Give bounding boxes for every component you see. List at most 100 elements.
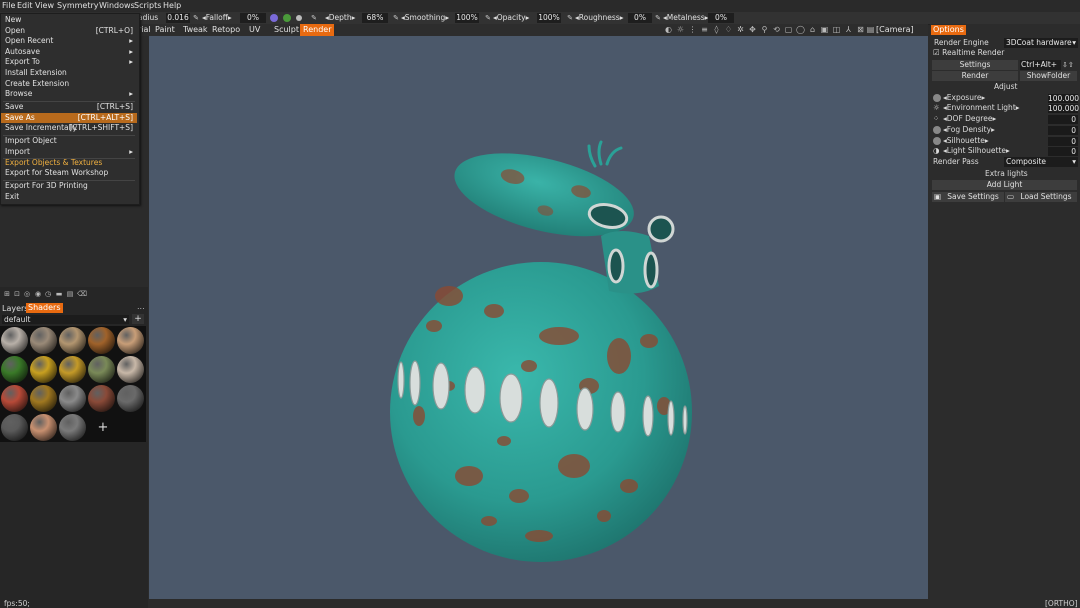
- menu-item-import-object[interactable]: Import Object: [1, 136, 137, 146]
- roughness-pen-icon[interactable]: ✎: [566, 14, 574, 22]
- shader-ball[interactable]: [1, 327, 28, 354]
- tab-layers[interactable]: Layers: [2, 304, 28, 313]
- opacity-value[interactable]: 100%: [537, 13, 561, 23]
- move-icon[interactable]: ✥: [748, 25, 757, 34]
- menu-scripts[interactable]: Scripts: [134, 0, 161, 12]
- tab-shaders[interactable]: Shaders: [26, 303, 63, 313]
- exposure-label[interactable]: ◂Exposure▸: [943, 93, 985, 103]
- panel-list-icon[interactable]: ▬: [55, 290, 63, 298]
- view-mode-indicator[interactable]: [ORTHO]: [1045, 599, 1078, 608]
- opacity-pen-icon[interactable]: ✎: [484, 14, 492, 22]
- menu-file[interactable]: File: [2, 0, 15, 12]
- fullscreen-icon[interactable]: ⊠: [856, 25, 865, 34]
- add-shader-set-button[interactable]: +: [132, 314, 144, 324]
- menu-help[interactable]: Help: [163, 0, 181, 12]
- depth-pen-icon[interactable]: ✎: [310, 14, 318, 22]
- cube-icon[interactable]: ▣: [820, 25, 829, 34]
- menu-item-export-3d-printing[interactable]: Export For 3D Printing: [1, 181, 137, 191]
- menu-edit[interactable]: Edit: [17, 0, 33, 12]
- room-tab-render[interactable]: Render: [300, 24, 335, 36]
- light-silhouette-value[interactable]: 0: [1048, 147, 1078, 156]
- panel-menu-icon[interactable]: ...: [137, 302, 145, 311]
- viewport[interactable]: [149, 36, 928, 599]
- light-silhouette-label[interactable]: ◂Light Silhouette▸: [943, 146, 1010, 156]
- axis-icon[interactable]: ⅄: [844, 25, 853, 34]
- smoothing-value[interactable]: 100%: [455, 13, 479, 23]
- room-tab-uv[interactable]: UV: [249, 24, 260, 36]
- grid-icon[interactable]: ⋮: [688, 25, 697, 34]
- shader-ball[interactable]: [88, 327, 115, 354]
- panel-add-icon[interactable]: ⊞: [3, 290, 11, 298]
- menu-item-new[interactable]: New: [1, 15, 137, 25]
- roughness-value[interactable]: 0%: [628, 13, 652, 23]
- menu-item-install-extension[interactable]: Install Extension: [1, 68, 137, 78]
- silhouette-label[interactable]: ◂Silhouette▸: [943, 136, 989, 146]
- shader-ball[interactable]: [59, 414, 86, 441]
- fog-density-value[interactable]: 0: [1048, 126, 1078, 135]
- camera-selector[interactable]: [Camera]: [876, 25, 914, 35]
- menu-view[interactable]: View: [35, 0, 54, 12]
- shader-ball[interactable]: [30, 356, 57, 383]
- shader-ball[interactable]: [88, 356, 115, 383]
- menu-item-autosave[interactable]: Autosave ▸: [1, 47, 137, 57]
- download-upload-icon[interactable]: ⇩⇧: [1062, 60, 1074, 70]
- pen-pressure-icon[interactable]: ✎: [192, 14, 200, 22]
- zoom-icon[interactable]: ⚲: [760, 25, 769, 34]
- layers-icon[interactable]: ◫: [832, 25, 841, 34]
- depth-value[interactable]: 68%: [362, 13, 388, 23]
- panel-sphere-icon[interactable]: ◎: [23, 290, 31, 298]
- load-settings-button[interactable]: ▭ Load Settings: [1005, 192, 1077, 202]
- shader-ball[interactable]: [30, 385, 57, 412]
- menu-item-open-recent[interactable]: Open Recent ▸: [1, 36, 137, 46]
- settings-shortcut-field[interactable]: Ctrl+Alt+: [1020, 60, 1061, 70]
- menu-item-browse[interactable]: Browse ▸: [1, 89, 137, 99]
- menu-item-export-objects-textures[interactable]: Export Objects & Textures: [1, 158, 137, 168]
- show-folder-button[interactable]: ShowFolder: [1020, 71, 1077, 81]
- settings-button[interactable]: Settings: [932, 60, 1018, 70]
- ring-icon[interactable]: ◯: [796, 25, 805, 34]
- exposure-value[interactable]: 100.000: [1048, 94, 1079, 103]
- metalness-value[interactable]: 0%: [708, 13, 734, 23]
- environment-light-label[interactable]: ◂Environment Light▸: [943, 103, 1020, 113]
- drop-icon[interactable]: ◊: [712, 25, 721, 34]
- panel-doc-icon[interactable]: ▤: [66, 290, 74, 298]
- menu-windows[interactable]: Windows: [99, 0, 135, 12]
- radius-value[interactable]: 0.016: [166, 13, 190, 23]
- menu-item-save-incrementally[interactable]: Save Incrementally [CTRL+SHIFT+S]: [1, 123, 137, 133]
- silhouette-value[interactable]: 0: [1048, 137, 1078, 146]
- shader-set-select[interactable]: default ▾: [2, 315, 129, 324]
- shader-ball[interactable]: [117, 356, 144, 383]
- menu-item-save[interactable]: Save [CTRL+S]: [1, 102, 137, 112]
- rotate-icon[interactable]: ⟲: [772, 25, 781, 34]
- dof-degree-value[interactable]: 0: [1048, 115, 1078, 124]
- room-tab-sculpt[interactable]: Sculpt: [274, 24, 299, 36]
- gear-icon[interactable]: ✲: [736, 25, 745, 34]
- room-tab-tweak[interactable]: Tweak: [183, 24, 208, 36]
- panel-trash-icon[interactable]: ⌫: [77, 290, 87, 298]
- add-light-button[interactable]: Add Light: [932, 180, 1077, 190]
- shader-ball[interactable]: [59, 385, 86, 412]
- menu-item-export-steam-workshop[interactable]: Export for Steam Workshop: [1, 168, 137, 178]
- tab-options[interactable]: Options: [931, 25, 966, 35]
- symmetry-icon[interactable]: ≡: [700, 25, 709, 34]
- pin-icon[interactable]: ♢: [724, 25, 733, 34]
- panel-clock-icon[interactable]: ◷: [44, 290, 52, 298]
- menu-item-import[interactable]: Import ▸: [1, 147, 137, 157]
- contrast-icon[interactable]: ◐: [664, 25, 673, 34]
- shader-ball[interactable]: [117, 327, 144, 354]
- shader-ball[interactable]: [1, 385, 28, 412]
- menu-item-exit[interactable]: Exit: [1, 192, 137, 202]
- menu-item-export-to[interactable]: Export To ▸: [1, 57, 137, 67]
- environment-light-value[interactable]: 100.000: [1048, 104, 1079, 113]
- metalness-pen-icon[interactable]: ✎: [654, 14, 662, 22]
- panel-palette-icon[interactable]: ◉: [34, 290, 42, 298]
- fog-density-label[interactable]: ◂Fog Density▸: [943, 125, 995, 135]
- falloff-value[interactable]: 0%: [240, 13, 266, 23]
- color-swatch-icon[interactable]: [270, 14, 278, 22]
- realtime-render-checkbox[interactable]: ☑ Realtime Render: [933, 48, 1004, 58]
- add-shader-button[interactable]: +: [96, 420, 110, 435]
- shader-ball[interactable]: [59, 327, 86, 354]
- light-icon[interactable]: ☼: [676, 25, 685, 34]
- shader-ball[interactable]: [88, 385, 115, 412]
- dof-degree-label[interactable]: ◂DOF Degree▸: [943, 114, 996, 124]
